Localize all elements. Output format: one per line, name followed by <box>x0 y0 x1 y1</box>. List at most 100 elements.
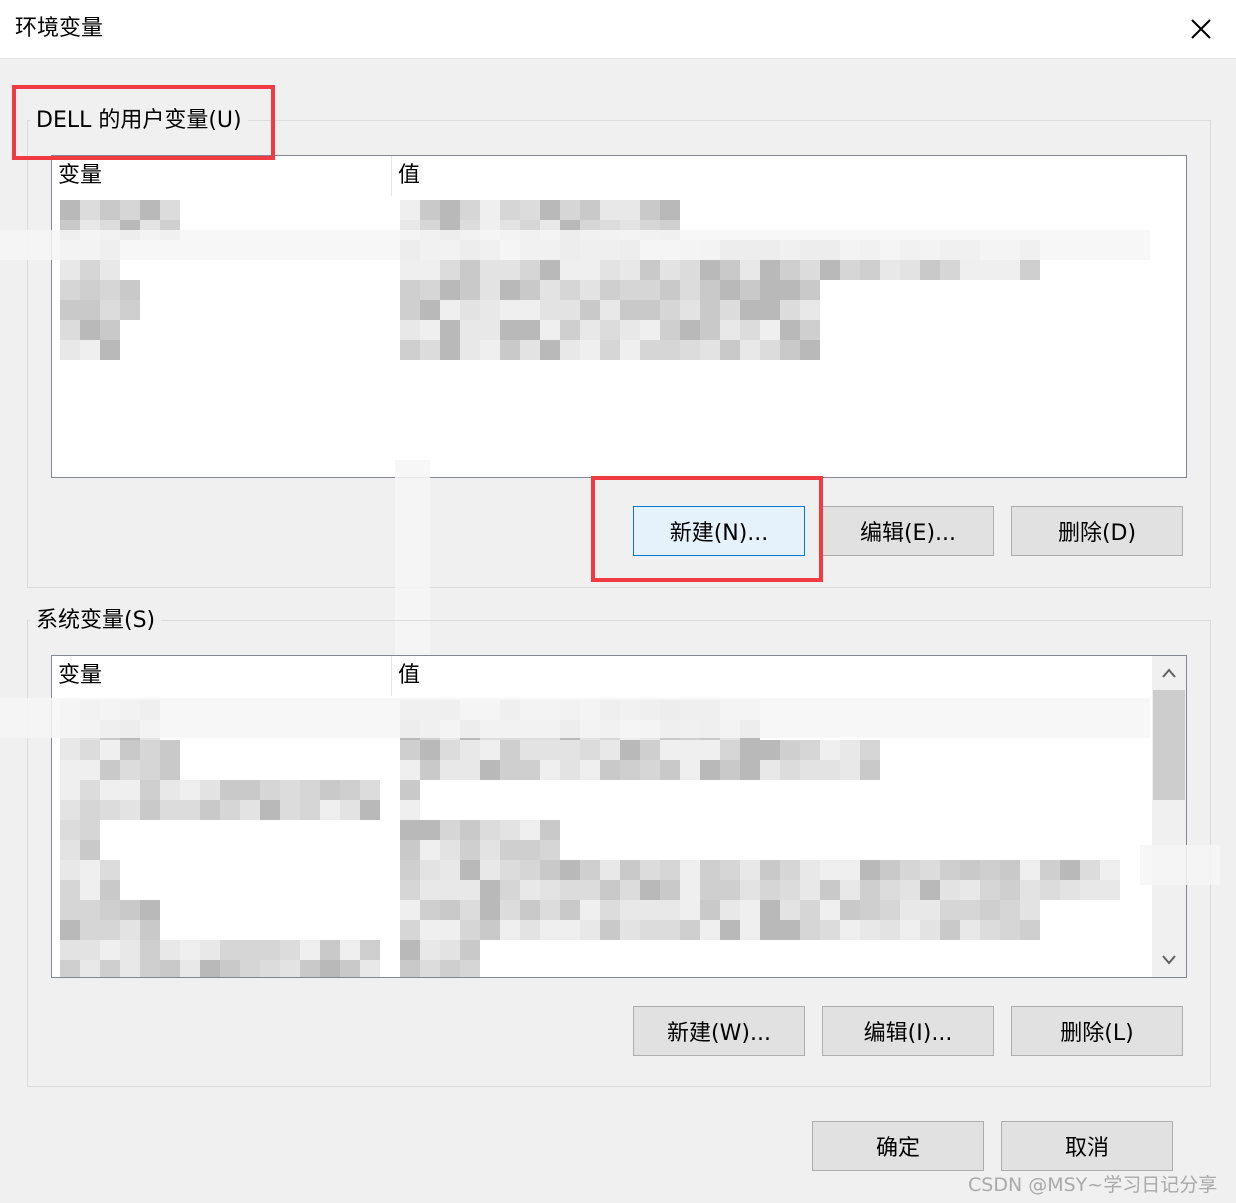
redaction-pixel <box>460 880 480 900</box>
redaction-pixel <box>800 340 820 360</box>
redaction-pixel <box>220 780 240 800</box>
redaction-pixel <box>460 940 480 960</box>
redaction-pixel <box>500 900 520 920</box>
redaction-pixel <box>900 900 920 920</box>
redaction-pixel <box>780 260 800 280</box>
redaction-pixel <box>700 260 720 280</box>
redaction-pixel <box>200 780 220 800</box>
redaction-pixel <box>600 740 620 760</box>
redaction-pixel <box>460 920 480 940</box>
redaction-pixel <box>540 900 560 920</box>
redaction-pixel <box>460 300 480 320</box>
redaction-pixel <box>520 200 540 220</box>
redaction-pixel <box>400 800 420 820</box>
scroll-thumb[interactable] <box>1153 690 1185 800</box>
redaction-pixel <box>660 320 680 340</box>
redaction-pixel <box>60 880 80 900</box>
list-item[interactable] <box>60 860 1150 900</box>
close-button[interactable] <box>1174 8 1228 50</box>
redaction-pixel <box>700 320 720 340</box>
redacted-variable-value <box>400 280 820 320</box>
user-variables-list[interactable]: 变量 值 <box>51 155 1187 478</box>
redaction-pixel <box>340 940 360 960</box>
column-header-variable[interactable]: 变量 <box>52 156 392 196</box>
list-item[interactable] <box>60 900 1150 940</box>
system-new-button[interactable]: 新建(W)... <box>633 1006 805 1056</box>
redaction-pixel <box>220 800 240 820</box>
redaction-pixel <box>620 900 640 920</box>
redaction-pixel <box>260 780 280 800</box>
redaction-pixel <box>60 280 80 300</box>
redaction-pixel <box>640 740 660 760</box>
redaction-pixel <box>720 320 740 340</box>
system-delete-button[interactable]: 删除(L) <box>1011 1006 1183 1056</box>
system-edit-button[interactable]: 编辑(I)... <box>822 1006 994 1056</box>
redaction-pixel <box>740 260 760 280</box>
redaction-pixel <box>620 200 640 220</box>
list-item[interactable] <box>60 280 1150 320</box>
redaction-pixel <box>820 860 840 880</box>
redaction-pixel <box>800 280 820 300</box>
redaction-pixel <box>80 960 100 977</box>
redaction-pixel <box>440 940 460 960</box>
redaction-pixel <box>400 280 420 300</box>
redaction-pixel <box>160 200 180 220</box>
redaction-pixel <box>640 200 660 220</box>
redaction-pixel <box>80 260 100 280</box>
redaction-pixel <box>520 340 540 360</box>
redaction-pixel <box>540 300 560 320</box>
column-header-variable[interactable]: 变量 <box>52 656 392 696</box>
vertical-scrollbar[interactable] <box>1152 656 1186 977</box>
redaction-pixel <box>960 900 980 920</box>
redaction-pixel <box>500 920 520 940</box>
redaction-pixel <box>500 820 520 840</box>
list-item[interactable] <box>60 320 1150 360</box>
redaction-pixel <box>920 920 940 940</box>
redaction-pixel <box>580 740 600 760</box>
ok-button[interactable]: 确定 <box>812 1121 984 1171</box>
list-item[interactable] <box>60 780 1150 820</box>
cancel-button[interactable]: 取消 <box>1001 1121 1173 1171</box>
redaction-pixel <box>420 760 440 780</box>
user-delete-button[interactable]: 删除(D) <box>1011 506 1183 556</box>
redaction-pixel <box>100 940 120 960</box>
list-item[interactable] <box>60 940 1150 977</box>
redaction-pixel <box>1040 880 1060 900</box>
redaction-pixel <box>520 920 540 940</box>
redaction-pixel <box>120 800 140 820</box>
redaction-pixel <box>660 260 680 280</box>
redaction-pixel <box>140 960 160 977</box>
redaction-pixel <box>620 740 640 760</box>
list-item[interactable] <box>60 740 1150 780</box>
redaction-pixel <box>420 920 440 940</box>
redaction-pixel <box>400 320 420 340</box>
list-item[interactable] <box>60 820 1150 860</box>
redaction-pixel <box>500 320 520 340</box>
redaction-pixel <box>740 300 760 320</box>
redaction-pixel <box>540 340 560 360</box>
redaction-pixel <box>760 740 780 760</box>
user-new-button[interactable]: 新建(N)... <box>633 506 805 556</box>
redaction-pixel <box>600 920 620 940</box>
redaction-pixel <box>480 860 500 880</box>
redaction-pixel <box>140 200 160 220</box>
scroll-up-button[interactable] <box>1152 656 1186 690</box>
redaction-pixel <box>60 200 80 220</box>
redaction-pixel <box>400 920 420 940</box>
column-header-value[interactable]: 值 <box>392 156 1150 196</box>
redaction-pixel <box>400 340 420 360</box>
scroll-down-button[interactable] <box>1152 943 1186 977</box>
redaction-pixel <box>560 200 580 220</box>
redaction-pixel <box>1020 920 1040 940</box>
redaction-pixel <box>580 200 600 220</box>
redaction-pixel <box>740 280 760 300</box>
redaction-pixel <box>500 880 520 900</box>
redaction-pixel <box>580 260 600 280</box>
redaction-pixel <box>820 260 840 280</box>
redaction-pixel <box>100 300 120 320</box>
redaction-pixel <box>120 200 140 220</box>
user-edit-button[interactable]: 编辑(E)... <box>822 506 994 556</box>
column-header-value[interactable]: 值 <box>392 656 1150 696</box>
redaction-pixel <box>140 900 160 920</box>
redaction-pixel <box>320 940 340 960</box>
